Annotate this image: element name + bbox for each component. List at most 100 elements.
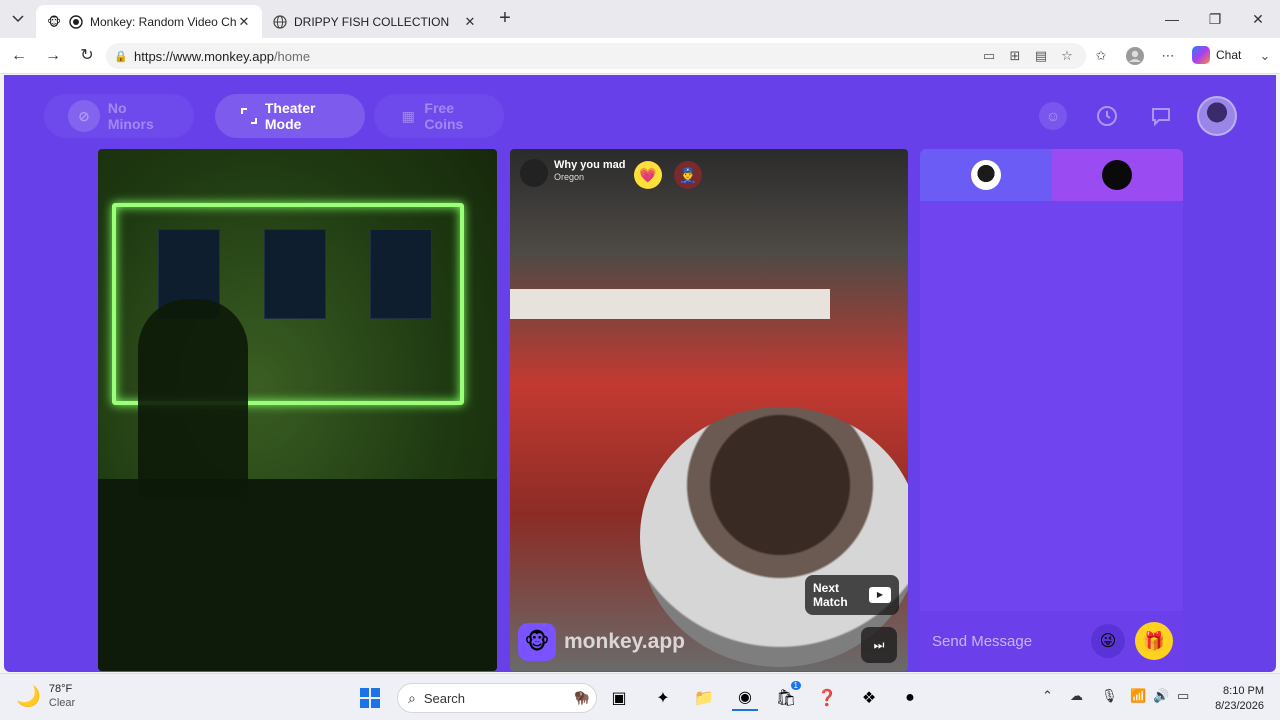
search-highlight-icon: 🦬 — [573, 690, 590, 705]
tab-drippy-fish[interactable]: DRIPPY FISH COLLECTION ✕ — [262, 5, 488, 38]
system-clock[interactable]: 8:10 PM 8/23/2026 — [1206, 684, 1264, 714]
search-icon: ⌕ — [408, 689, 416, 706]
chat-tab-peer[interactable] — [1051, 149, 1183, 201]
volume-icon[interactable]: 🔊 — [1153, 688, 1169, 704]
wall-poster — [264, 229, 326, 319]
wifi-icon[interactable]: 📶 — [1130, 688, 1146, 704]
person-silhouette — [138, 299, 248, 499]
apps-icon[interactable]: ⊞ — [1006, 47, 1024, 65]
reading-mode-icon[interactable]: ▤ — [1032, 47, 1050, 65]
new-tab-plus-icon[interactable]: + — [494, 8, 516, 30]
edge-browser-icon[interactable]: ◉ — [732, 685, 758, 711]
chat-avatar — [970, 160, 1001, 190]
heart-badge-icon[interactable]: 💗 — [634, 161, 662, 189]
weather-temp: 78°F — [48, 683, 73, 695]
microsoft-store-icon[interactable]: 🛍 1 — [773, 681, 801, 711]
peer-avatar — [520, 159, 548, 187]
no-minors-icon: ⊘ — [68, 100, 100, 132]
camera-icon[interactable]: ▭ — [980, 47, 998, 65]
floor-area — [98, 479, 497, 671]
tab-close-icon[interactable]: ✕ — [462, 14, 478, 30]
copilot-app-icon[interactable]: ✦ — [650, 685, 676, 711]
profile-icon[interactable] — [1126, 47, 1144, 65]
copilot-label: Chat — [1216, 48, 1242, 62]
expand-icon — [239, 100, 259, 132]
task-view-icon[interactable]: ▣ — [606, 685, 632, 711]
monkey-app-page: ⊘ No Minors Theater Mode ▦ Free Coins ☺ — [4, 75, 1276, 672]
clock-date: 8/23/2026 — [1215, 700, 1264, 712]
play-icon: ▶ — [869, 587, 891, 603]
chat-input-row: Send Message 😜 🎁 — [920, 611, 1183, 671]
tab-title: DRIPPY FISH COLLECTION — [294, 14, 450, 29]
next-match-label: Next Match — [813, 581, 848, 609]
chat-panel: Send Message 😜 🎁 — [920, 149, 1183, 671]
moon-icon: 🌙 — [16, 685, 41, 708]
theater-mode-label: Theater Mode — [264, 100, 316, 132]
address-bar[interactable]: 🔒 https://www.monkey.app/home — [106, 43, 1086, 69]
emoji-icon[interactable]: 😜 — [1091, 624, 1125, 658]
store-badge: 1 — [790, 681, 801, 690]
favorites-icon[interactable]: ✩ — [1092, 47, 1110, 65]
peer-name: Why you mad — [554, 159, 626, 171]
chat-tabs — [920, 149, 1183, 201]
lock-icon: 🔒 — [114, 50, 128, 63]
monkey-logo-icon: 🐵 — [518, 623, 556, 661]
recording-app-icon[interactable]: ● — [897, 685, 923, 711]
theater-mode-button[interactable]: Theater Mode — [215, 94, 365, 138]
no-minors-label: No Minors — [107, 100, 154, 132]
free-coins-button[interactable]: ▦ Free Coins — [374, 94, 504, 138]
refresh-icon[interactable]: ↻ — [76, 45, 98, 67]
tab-list-chevron-icon[interactable] — [6, 8, 30, 30]
chat-avatar — [1102, 160, 1133, 190]
chevron-down-icon[interactable]: ⌄ — [1256, 47, 1274, 65]
clock-time: 8:10 PM — [1223, 685, 1264, 697]
send-message-input[interactable]: Send Message — [932, 633, 1091, 650]
microphone-icon[interactable]: 🎙 — [1101, 688, 1118, 704]
browser-toolbar: ← → ↻ 🔒 https://www.monkey.app/home ▭ ⊞ … — [0, 38, 1280, 74]
tab-monkey[interactable]: 🐵 Monkey: Random Video Chat ✕ — [36, 5, 262, 38]
restore-icon[interactable]: ❐ — [1195, 6, 1235, 32]
favorite-star-icon[interactable]: ☆ — [1058, 47, 1076, 65]
dropbox-icon[interactable]: ❖ — [856, 685, 882, 711]
battery-icon[interactable]: ▭ — [1177, 688, 1189, 704]
peer-location: Oregon — [554, 172, 585, 182]
url-text: https://www.monkey.app/home — [134, 48, 311, 64]
globe-icon — [272, 14, 288, 30]
brand-text: monkey.app — [564, 630, 685, 653]
file-explorer-icon[interactable]: 📁 — [691, 685, 717, 711]
skip-next-icon[interactable]: ⏭ — [861, 627, 897, 663]
history-clock-icon[interactable] — [1093, 102, 1121, 130]
tab-close-icon[interactable]: ✕ — [236, 14, 252, 30]
tab-title: Monkey: Random Video Chat — [90, 14, 236, 29]
copilot-chat-button[interactable]: Chat — [1192, 46, 1241, 64]
my-avatar[interactable] — [1197, 96, 1237, 136]
window-close-icon[interactable]: ✕ — [1238, 6, 1278, 32]
onedrive-icon[interactable]: ☁ — [1070, 688, 1083, 704]
windows-start-icon[interactable] — [357, 685, 383, 711]
weather-desc: Clear — [48, 697, 76, 709]
more-menu-icon[interactable]: ⋯ — [1159, 47, 1177, 65]
taskbar-search-box[interactable]: ⌕ Search 🦬 — [397, 683, 597, 713]
wall-poster — [370, 229, 432, 319]
help-icon[interactable]: ❓ — [814, 685, 840, 711]
minimize-icon[interactable]: — — [1152, 6, 1192, 32]
free-coins-label: Free Coins — [424, 100, 464, 132]
weather-widget[interactable]: 🌙 78°F Clear — [16, 682, 75, 710]
windows-taskbar: 🌙 78°F Clear ⌕ Search 🦬 ▣ ✦ 📁 ◉ 🛍 1 ❓ ❖ ●… — [0, 673, 1280, 720]
brand-watermark: 🐵 monkey.app — [518, 623, 685, 661]
no-minors-button[interactable]: ⊘ No Minors — [44, 94, 194, 138]
dresser — [510, 289, 830, 319]
gift-icon[interactable]: 🎁 — [1135, 622, 1173, 660]
coins-icon: ▦ — [401, 107, 415, 124]
forward-arrow-icon[interactable]: → — [42, 45, 64, 67]
next-match-button[interactable]: Next Match ▶ — [805, 575, 899, 615]
messages-bubble-icon[interactable] — [1147, 102, 1175, 130]
back-arrow-icon[interactable]: ← — [8, 45, 30, 67]
search-label: Search — [423, 690, 466, 706]
peer-info: Why you mad Oregon — [520, 159, 626, 187]
recording-icon — [68, 14, 84, 30]
police-badge-icon[interactable]: 👮 — [674, 161, 702, 189]
friends-icon[interactable]: ☺ — [1039, 102, 1067, 130]
tray-chevron-up-icon[interactable]: ⌃ — [1042, 688, 1053, 704]
chat-tab-self[interactable] — [920, 149, 1052, 201]
